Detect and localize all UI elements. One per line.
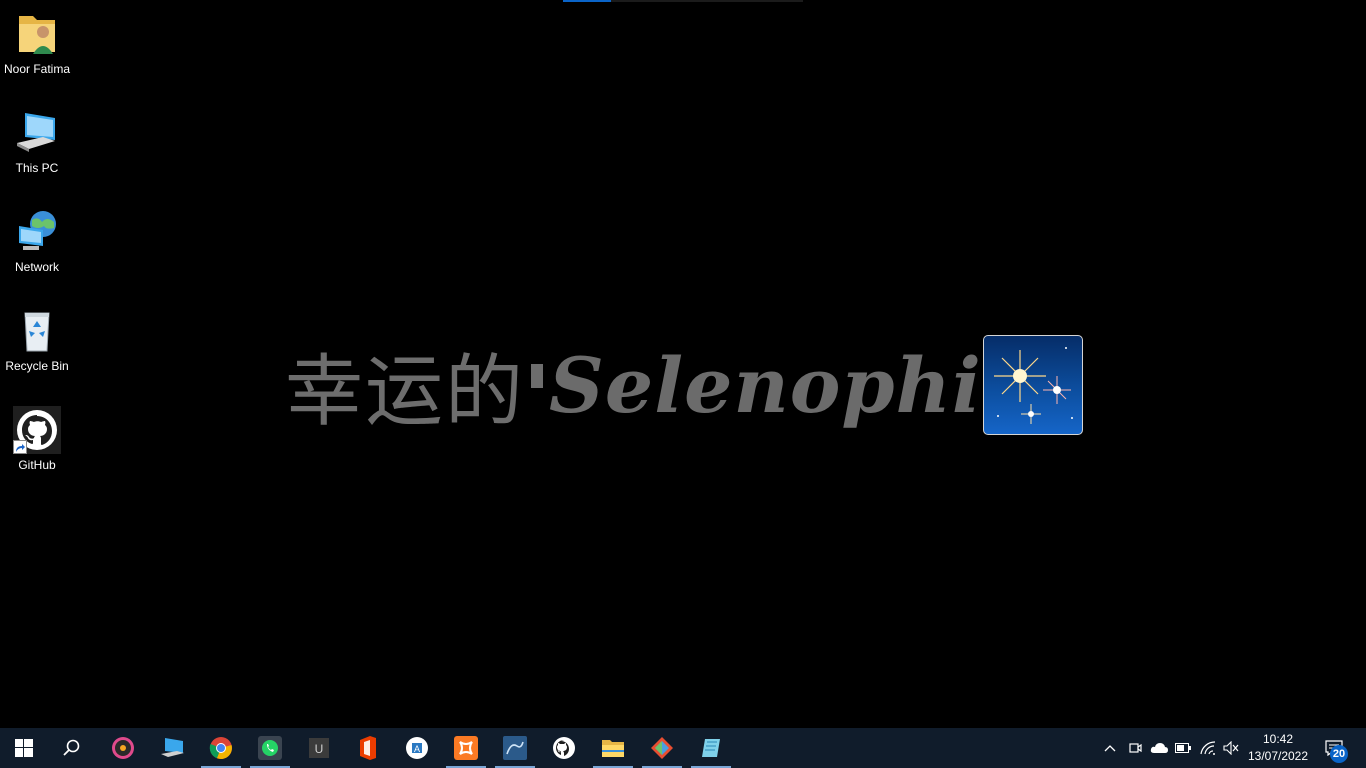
udemy-icon: U [309,738,329,758]
desktop-icon-label: Recycle Bin [5,359,69,373]
search-button[interactable] [48,728,96,768]
taskbar-xampp[interactable] [442,728,490,768]
remote-desktop-icon [161,738,184,757]
taskbar-wordpad[interactable]: A [393,728,441,768]
user-folder-icon [13,10,61,58]
desktop-icon-noor-fatima[interactable]: Noor Fatima [0,8,74,98]
wifi-icon [1200,741,1216,755]
top-progress-bar [563,0,803,2]
tray-clock[interactable]: 10:42 13/07/2022 [1240,731,1316,765]
desktop-icon-label: GitHub [18,458,56,472]
start-icon [15,739,33,757]
tray-onedrive[interactable] [1148,728,1170,768]
clock-time: 10:42 [1262,732,1294,746]
tray-meet-now[interactable] [1124,728,1146,768]
taskbar-github-desktop[interactable] [540,728,588,768]
desktop-icon-recycle-bin[interactable]: Recycle Bin [0,305,74,395]
clock-date: 13/07/2022 [1247,749,1309,763]
fireworks-icon [983,335,1083,435]
battery-icon [1175,743,1191,753]
github-icon [13,406,61,454]
mysql-workbench-icon [503,736,527,760]
chrome-icon [209,737,232,760]
recycle-bin-icon [13,307,61,355]
desktop-icon-github[interactable]: GitHub [0,404,74,494]
taskbar-file-explorer[interactable] [589,728,637,768]
desktop-icon-label: This PC [15,161,59,175]
notification-count-badge: 20 [1330,745,1348,763]
wallpaper-chinese-text: 幸运的 [285,347,526,437]
desktop-icon-network[interactable]: Network [0,206,74,296]
xampp-icon [454,736,478,760]
start-button[interactable] [0,728,48,768]
taskbar-git-gui[interactable] [638,728,686,768]
wordpad-icon: A [406,737,428,759]
taskbar-udemy[interactable]: U [295,728,343,768]
taskbar-mysql-workbench[interactable] [491,728,539,768]
tray-volume[interactable] [1220,728,1242,768]
tray-show-hidden[interactable] [1100,728,1120,768]
shortcut-arrow-icon [13,440,27,454]
taskbar-office[interactable] [344,728,392,768]
tray-network[interactable] [1196,728,1220,768]
camera-icon [1129,743,1142,753]
desktop-icon-label: Network [14,260,59,274]
svg-text:A: A [414,744,420,754]
file-explorer-icon [602,740,624,757]
computer-icon [13,109,61,157]
github-desktop-icon [553,737,575,759]
taskbar-remote-desktop[interactable] [148,728,196,768]
cloud-icon [1150,743,1168,753]
taskbar-notes[interactable] [687,728,735,768]
git-gui-icon [651,737,673,759]
taskbar-chrome[interactable] [197,728,245,768]
tray-battery[interactable] [1172,728,1194,768]
taskbar: U A 10:42 13/07/2022 [0,728,1366,768]
wallpaper-title: 幸运的 Selenophile [285,333,1061,438]
taskbar-groove-music[interactable] [99,728,147,768]
groove-music-icon [112,737,134,759]
search-icon [63,739,80,756]
desktop[interactable]: Noor Fatima This PC Network Recycle Bin … [0,0,1366,728]
office-icon [360,736,376,760]
desktop-icon-this-pc[interactable]: This PC [0,107,74,197]
volume-muted-icon [1223,741,1239,755]
chevron-up-icon [1104,745,1116,752]
desktop-icon-label: Noor Fatima [3,62,71,76]
notes-icon [702,739,720,757]
network-icon [13,208,61,256]
taskbar-whatsapp[interactable] [246,728,294,768]
svg-text:U: U [315,742,324,756]
whatsapp-icon [258,736,282,760]
wallpaper-mark [531,364,544,388]
